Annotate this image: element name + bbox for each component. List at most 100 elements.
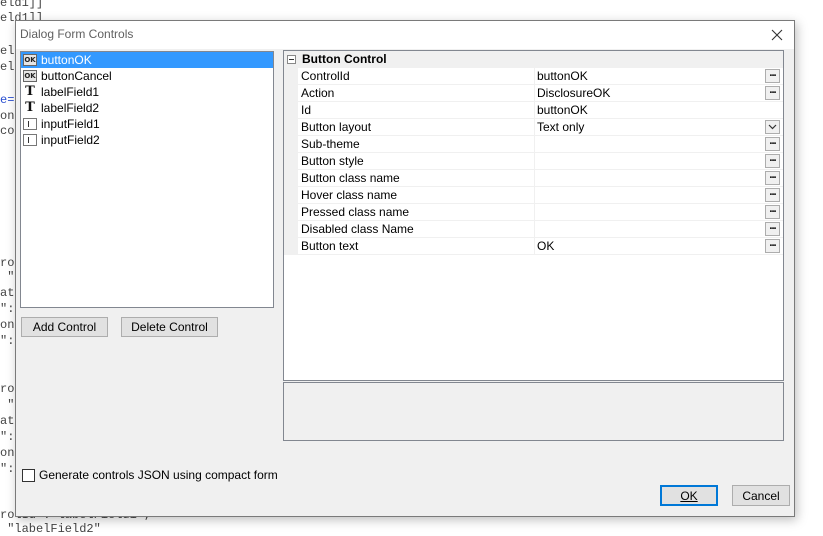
ellipsis-button[interactable]: ... [765,68,780,83]
property-name: Id [301,103,312,117]
column-divider[interactable] [534,221,535,238]
property-value[interactable]: OK [537,238,759,254]
ellipsis-button[interactable]: ... [765,238,780,253]
ellipsis-button[interactable]: ... [765,170,780,185]
property-value[interactable] [537,136,759,152]
property-value[interactable] [537,204,759,220]
column-divider[interactable] [534,187,535,204]
row-margin [284,136,298,153]
row-margin [284,119,298,136]
code-line: "labelField2" [0,522,101,536]
property-name: Button class name [301,171,400,185]
row-margin [284,102,298,119]
property-name: Button style [301,154,364,168]
property-grid[interactable]: Button Control ControlId buttonOK... Actio… [283,50,784,381]
collapse-icon[interactable] [287,55,296,64]
ellipsis-button[interactable]: ... [765,221,780,236]
property-row[interactable]: Button class name... [284,170,783,187]
property-value[interactable]: Text only [537,119,759,135]
code-line: ": [0,302,15,316]
property-name: Button layout [301,120,372,134]
property-category-label: Button Control [302,52,387,66]
row-margin [284,68,298,85]
property-rows: ControlId buttonOK... Action DisclosureOK..… [284,68,783,255]
property-name: Disabled class Name [301,222,414,236]
control-list-item[interactable]: TlabelField2 [21,100,273,116]
row-margin [284,221,298,238]
property-row[interactable]: Button text OK... [284,238,783,255]
delete-control-button-label: Delete Control [131,320,208,334]
column-divider[interactable] [534,102,535,119]
property-category-header[interactable]: Button Control [284,51,783,68]
input-field-icon [23,118,37,130]
text-label-icon: T [25,100,35,115]
ellipsis-button[interactable]: ... [765,85,780,100]
ellipsis-button[interactable]: ... [765,153,780,168]
cancel-button-label: Cancel [742,488,780,503]
column-divider[interactable] [534,136,535,153]
column-divider[interactable] [534,238,535,255]
cancel-button[interactable]: Cancel [732,485,790,506]
row-margin [284,187,298,204]
row-margin [284,85,298,102]
column-divider[interactable] [534,153,535,170]
property-name: ControlId [301,69,350,83]
property-value[interactable]: buttonOK [537,102,759,118]
property-row[interactable]: Button style... [284,153,783,170]
ellipsis-button[interactable]: ... [765,136,780,151]
compact-json-label[interactable]: Generate controls JSON using compact for… [39,468,278,482]
ok-button[interactable]: OK [660,485,718,506]
column-divider[interactable] [534,170,535,187]
property-row[interactable]: Disabled class Name... [284,221,783,238]
title-bar: Dialog Form Controls [16,21,794,49]
ok-button-icon: OK [23,70,37,82]
property-value[interactable] [537,170,759,186]
control-list-item-label: labelField1 [41,85,100,99]
column-divider[interactable] [534,85,535,102]
input-field-icon [23,134,37,146]
ellipsis-button[interactable]: ... [765,204,780,219]
dropdown-button[interactable] [765,120,780,134]
code-line: eld1]] [0,0,44,10]
chevron-down-icon [768,124,777,130]
property-value[interactable]: buttonOK [537,68,759,84]
delete-control-button[interactable]: Delete Control [121,317,218,337]
property-name: Sub-theme [301,137,360,151]
control-list-item[interactable]: OK buttonOK [21,52,273,68]
ok-button-label: OK [680,488,698,503]
code-line: on [0,109,15,123]
control-list-item[interactable]: inputField2 [21,132,273,148]
column-divider[interactable] [534,119,535,136]
property-row[interactable]: Pressed class name... [284,204,783,221]
text-label-icon: T [25,84,35,99]
add-control-button-label: Add Control [32,320,97,334]
row-margin [284,170,298,187]
property-row[interactable]: Hover class name... [284,187,783,204]
control-list-item[interactable]: TlabelField1 [21,84,273,100]
property-name: Action [301,86,335,100]
property-value[interactable]: DisclosureOK [537,85,759,101]
row-margin [284,238,298,255]
property-description-panel [283,382,784,441]
column-divider[interactable] [534,68,535,85]
control-list-item[interactable]: OK buttonCancel [21,68,273,84]
close-button[interactable] [766,24,788,46]
property-row[interactable]: Id buttonOK [284,102,783,119]
property-value[interactable] [537,153,759,169]
control-list-item-label: buttonOK [41,53,92,67]
property-row[interactable]: Action DisclosureOK... [284,85,783,102]
ok-button-icon: OK [23,54,37,66]
control-list-item-label: buttonCancel [41,69,112,83]
property-name: Hover class name [301,188,398,202]
control-list[interactable]: OK buttonOK OK buttonCancel TlabelField1 Tlab… [20,51,274,308]
property-row[interactable]: ControlId buttonOK... [284,68,783,85]
property-value[interactable] [537,221,759,237]
property-row[interactable]: Button layout Text only [284,119,783,136]
compact-json-checkbox[interactable] [22,469,35,482]
column-divider[interactable] [534,204,535,221]
control-list-item[interactable]: inputField1 [21,116,273,132]
add-control-button[interactable]: Add Control [21,317,108,337]
property-row[interactable]: Sub-theme... [284,136,783,153]
property-value[interactable] [537,187,759,203]
ellipsis-button[interactable]: ... [765,187,780,202]
